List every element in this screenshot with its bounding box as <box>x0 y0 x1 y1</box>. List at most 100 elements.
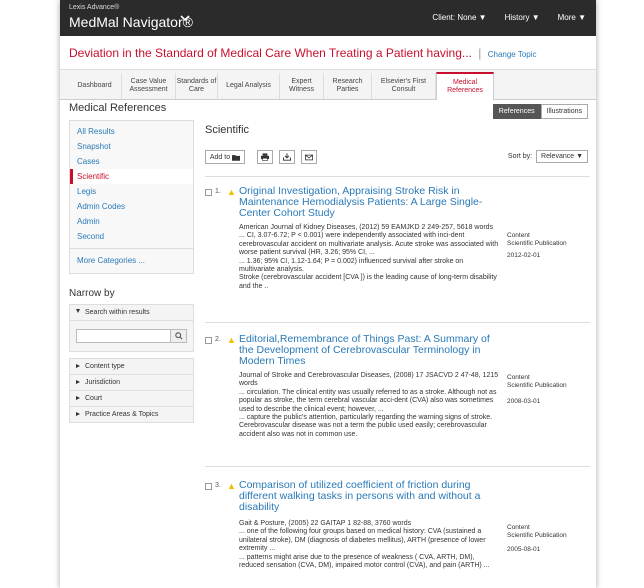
category-legis[interactable]: Legis <box>70 184 193 199</box>
result-checkbox[interactable] <box>205 337 212 344</box>
search-icon[interactable] <box>171 329 187 343</box>
topic-title-text: Deviation in the Standard of Medical Car… <box>69 46 472 60</box>
more-categories-link[interactable]: More Categories ... <box>70 248 193 270</box>
result-meta: Content Scientific Publication <box>507 524 592 540</box>
filter-label: Jurisdiction <box>85 379 121 386</box>
result-title[interactable]: Editorial,Remembrance of Things Past: A … <box>239 333 501 367</box>
result-body: Gait & Posture, (2005) 22 GAITAP 1 82-88… <box>239 520 499 570</box>
result-meta: Content Scientific Publication <box>507 232 592 248</box>
app-window: Lexis Advance® MedMal Navigator® Client:… <box>60 0 596 588</box>
category-second[interactable]: Second <box>70 229 193 244</box>
result-divider <box>205 322 590 323</box>
references-toggle[interactable]: References <box>492 104 541 119</box>
change-topic-link[interactable]: Change Topic <box>488 50 537 59</box>
category-list: All Results Snapshot Cases Scientific Le… <box>69 120 194 274</box>
search-within-box <box>69 320 194 352</box>
tab-case-value-assessment[interactable]: Case Value Assessment <box>122 73 176 99</box>
filter-label: Content type <box>85 363 125 370</box>
result-snippet: ... one of the following four groups bas… <box>239 528 486 553</box>
triangle-right-icon <box>76 380 80 384</box>
warning-icon: ▲ <box>227 481 236 491</box>
result-source: Journal of Stroke and Cerebrovascular Di… <box>239 372 499 388</box>
history-menu[interactable]: History ▼ <box>505 13 540 22</box>
result-meta: Content Scientific Publication <box>507 374 592 390</box>
result-source: American Journal of Kidney Diseases, (20… <box>239 224 494 231</box>
triangle-right-icon <box>76 396 80 400</box>
category-snapshot[interactable]: Snapshot <box>70 139 193 154</box>
brand-name[interactable]: MedMal Navigator® <box>69 14 193 30</box>
tab-standards-of-care[interactable]: Standards of Care <box>176 73 218 99</box>
result-snippet: ... patterns might arise due to the pres… <box>239 553 490 569</box>
content-label: Content <box>507 524 530 531</box>
tab-expert-witness[interactable]: Expert Witness <box>280 73 324 99</box>
more-menu[interactable]: More ▼ <box>558 13 586 22</box>
result-snippet: ... circulation. The clinical entity was… <box>239 388 497 413</box>
toolbar-divider <box>205 176 590 177</box>
result-checkbox[interactable] <box>205 483 212 490</box>
illustrations-toggle[interactable]: Illustrations <box>540 104 588 119</box>
result-date: 2005-08-01 <box>507 546 541 553</box>
result-checkbox[interactable] <box>205 189 212 196</box>
content-label: Content <box>507 232 530 239</box>
tab-medical-references[interactable]: Medical References <box>436 72 494 100</box>
warning-icon: ▲ <box>227 187 236 197</box>
category-scientific[interactable]: Scientific <box>70 169 193 184</box>
category-cases[interactable]: Cases <box>70 154 193 169</box>
tab-legal-analysis[interactable]: Legal Analysis <box>218 73 280 99</box>
triangle-down-icon <box>76 309 80 313</box>
sort-label: Sort by: <box>507 153 533 160</box>
results-toolbar: Add to Sort by: Relevance ▼ <box>205 150 590 168</box>
add-to-button[interactable]: Add to <box>205 150 245 164</box>
print-icon[interactable] <box>257 150 273 164</box>
tab-dashboard[interactable]: Dashboard <box>68 73 122 99</box>
filter-label: Search within results <box>85 309 150 316</box>
result-snippet: ... CI, 3.07-6.72; P < 0.001) were indep… <box>239 232 499 257</box>
filter-content-type[interactable]: Content type <box>69 358 194 375</box>
category-admin[interactable]: Admin <box>70 214 193 229</box>
filter-label: Practice Areas & Topics <box>85 411 159 418</box>
search-within-input[interactable] <box>76 329 171 343</box>
top-nav: Client: None ▼ History ▼ More ▼ <box>432 13 586 22</box>
sidebar-title: Medical References <box>69 102 167 114</box>
content-label: Content <box>507 374 530 381</box>
result-number: 1. <box>215 188 221 195</box>
category-admin-codes[interactable]: Admin Codes <box>70 199 193 214</box>
view-toggle: References Illustrations <box>492 104 588 119</box>
narrow-by-title: Narrow by <box>69 288 115 299</box>
filter-practice-areas[interactable]: Practice Areas & Topics <box>69 406 194 423</box>
brand-subtitle: Lexis Advance® <box>69 4 120 11</box>
tab-bar: Dashboard Case Value Assessment Standard… <box>60 70 596 100</box>
email-icon[interactable] <box>301 150 317 164</box>
sort-control: Sort by: Relevance ▼ <box>508 150 588 163</box>
top-bar: Lexis Advance® MedMal Navigator® Client:… <box>60 0 596 36</box>
filter-court[interactable]: Court <box>69 390 194 407</box>
result-snippet: Stroke (cerebrovascular accident [CVA ])… <box>239 274 497 290</box>
content-type: Scientific Publication <box>507 240 567 248</box>
result-date: 2012-02-01 <box>507 252 541 259</box>
triangle-right-icon <box>76 364 80 368</box>
section-title: Scientific <box>205 124 250 136</box>
tab-elseviers-first-consult[interactable]: Elsevier's First Consult <box>372 73 436 99</box>
result-number: 2. <box>215 336 221 343</box>
result-title[interactable]: Original Investigation, Appraising Strok… <box>239 185 501 219</box>
warning-icon: ▲ <box>227 335 236 345</box>
tab-research-parties[interactable]: Research Parties <box>324 73 372 99</box>
download-icon[interactable] <box>279 150 295 164</box>
filter-search-within[interactable]: Search within results <box>69 304 194 321</box>
filter-jurisdiction[interactable]: Jurisdiction <box>69 374 194 391</box>
chevron-down-icon[interactable] <box>180 13 190 26</box>
result-body: Journal of Stroke and Cerebrovascular Di… <box>239 372 499 439</box>
triangle-right-icon <box>76 412 80 416</box>
result-body: American Journal of Kidney Diseases, (20… <box>239 224 499 291</box>
result-title[interactable]: Comparison of utilized coefficient of fr… <box>239 479 501 513</box>
content-type: Scientific Publication <box>507 382 567 390</box>
folder-icon <box>232 154 241 161</box>
result-source: Gait & Posture, (2005) 22 GAITAP 1 82-88… <box>239 520 412 527</box>
client-menu[interactable]: Client: None ▼ <box>432 13 486 22</box>
result-snippet: ... 1.36; 95% CI, 1.12-1.64; P = 0.002) … <box>239 257 464 273</box>
result-divider <box>205 466 590 467</box>
sort-select[interactable]: Relevance ▼ <box>536 150 588 163</box>
filter-label: Court <box>85 395 103 402</box>
content-type: Scientific Publication <box>507 532 567 540</box>
category-all-results[interactable]: All Results <box>70 124 193 139</box>
